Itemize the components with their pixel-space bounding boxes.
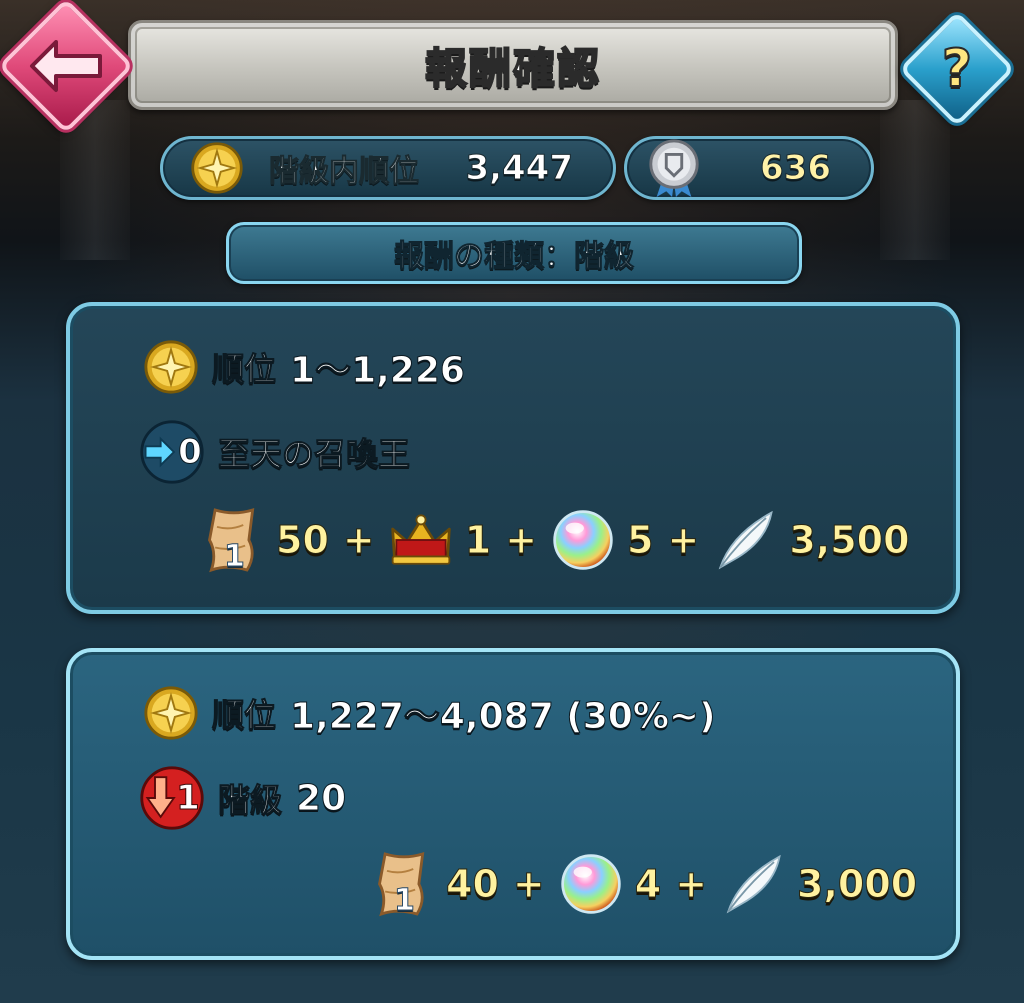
reward-list: 1 50 + 1 + 5 + 3,500 xyxy=(200,504,924,576)
rank-pill: 階級内順位 3,447 xyxy=(160,136,616,200)
orb-icon xyxy=(553,510,613,570)
reward-item xyxy=(713,504,777,576)
reward-value: 3,500 xyxy=(789,518,910,563)
points-value: 636 xyxy=(760,148,832,189)
reward-value: 1 xyxy=(464,518,492,563)
reward-plus: + xyxy=(342,518,375,563)
silver-medal-icon xyxy=(649,139,699,197)
reward-value: 4 xyxy=(634,862,662,907)
feather-icon xyxy=(719,510,774,570)
tier-change-value: 1 xyxy=(176,778,201,819)
crown-icon xyxy=(391,514,451,565)
reward-value: 3,000 xyxy=(797,862,918,907)
help-icon: ? xyxy=(941,38,973,100)
rank-range-row: 順位 1～1,226 xyxy=(142,338,465,396)
page-title: 報酬確認 xyxy=(424,43,601,94)
gold-shield-icon xyxy=(191,142,243,194)
tier-stay-badge: 0 xyxy=(138,418,206,486)
rank-label: 順位 xyxy=(211,350,277,389)
reward-plus: + xyxy=(505,518,538,563)
reward-plus: + xyxy=(667,518,700,563)
title-plate: 報酬確認 xyxy=(128,20,898,110)
scroll-badge: 1 xyxy=(394,883,416,919)
back-button[interactable] xyxy=(0,0,134,134)
tier-change-row: 1 階級 20 xyxy=(138,764,347,832)
rank-range: 1～1,226 xyxy=(290,350,466,392)
reward-value: 40 xyxy=(446,862,500,907)
reward-plus: + xyxy=(512,862,545,907)
reward-type-label: 報酬の種類：階級 xyxy=(394,239,635,275)
reward-item: 1 xyxy=(200,504,264,576)
tier-title: 至天の召喚王 xyxy=(217,435,411,474)
reward-tier-card: 順位 1,227～4,087 (30%~) 1 階級 20 1 40 + 4 +… xyxy=(66,648,960,960)
help-button[interactable]: ? xyxy=(899,11,1015,127)
tier-change-row: 0 至天の召喚王 xyxy=(138,418,411,486)
reward-item xyxy=(559,848,623,920)
tier-change-value: 0 xyxy=(178,432,203,473)
reward-item xyxy=(721,848,785,920)
rank-label: 順位 xyxy=(211,696,277,735)
gold-shield-icon xyxy=(144,686,198,740)
reward-value: 50 xyxy=(276,518,330,563)
reward-item xyxy=(389,504,453,576)
reward-item: 1 xyxy=(370,848,434,920)
tier-label: 階級 xyxy=(217,781,283,820)
rank-value: 3,447 xyxy=(465,148,574,189)
back-arrow-icon xyxy=(30,40,102,92)
points-pill: 636 xyxy=(624,136,874,200)
feather-icon xyxy=(726,854,781,914)
reward-value: 5 xyxy=(627,518,654,563)
reward-item xyxy=(551,504,615,576)
reward-tier-card: 順位 1～1,226 0 至天の召喚王 1 50 + 1 + 5 + 3,500 xyxy=(66,302,960,614)
gold-shield-icon xyxy=(144,340,198,394)
scroll-badge: 1 xyxy=(224,539,246,575)
rank-range: 1,227～4,087 (30%~) xyxy=(290,696,717,738)
orb-icon xyxy=(561,854,621,914)
reward-type-banner: 報酬の種類：階級 xyxy=(226,222,802,284)
tier-number: 20 xyxy=(296,777,347,819)
rank-label: 階級内順位 xyxy=(269,154,420,190)
reward-list: 1 40 + 4 + 3,000 xyxy=(370,848,931,920)
background-pillar xyxy=(880,100,950,260)
tier-down-badge: 1 xyxy=(138,764,206,832)
rank-range-row: 順位 1,227～4,087 (30%~) xyxy=(142,684,716,742)
reward-plus: + xyxy=(675,862,708,907)
